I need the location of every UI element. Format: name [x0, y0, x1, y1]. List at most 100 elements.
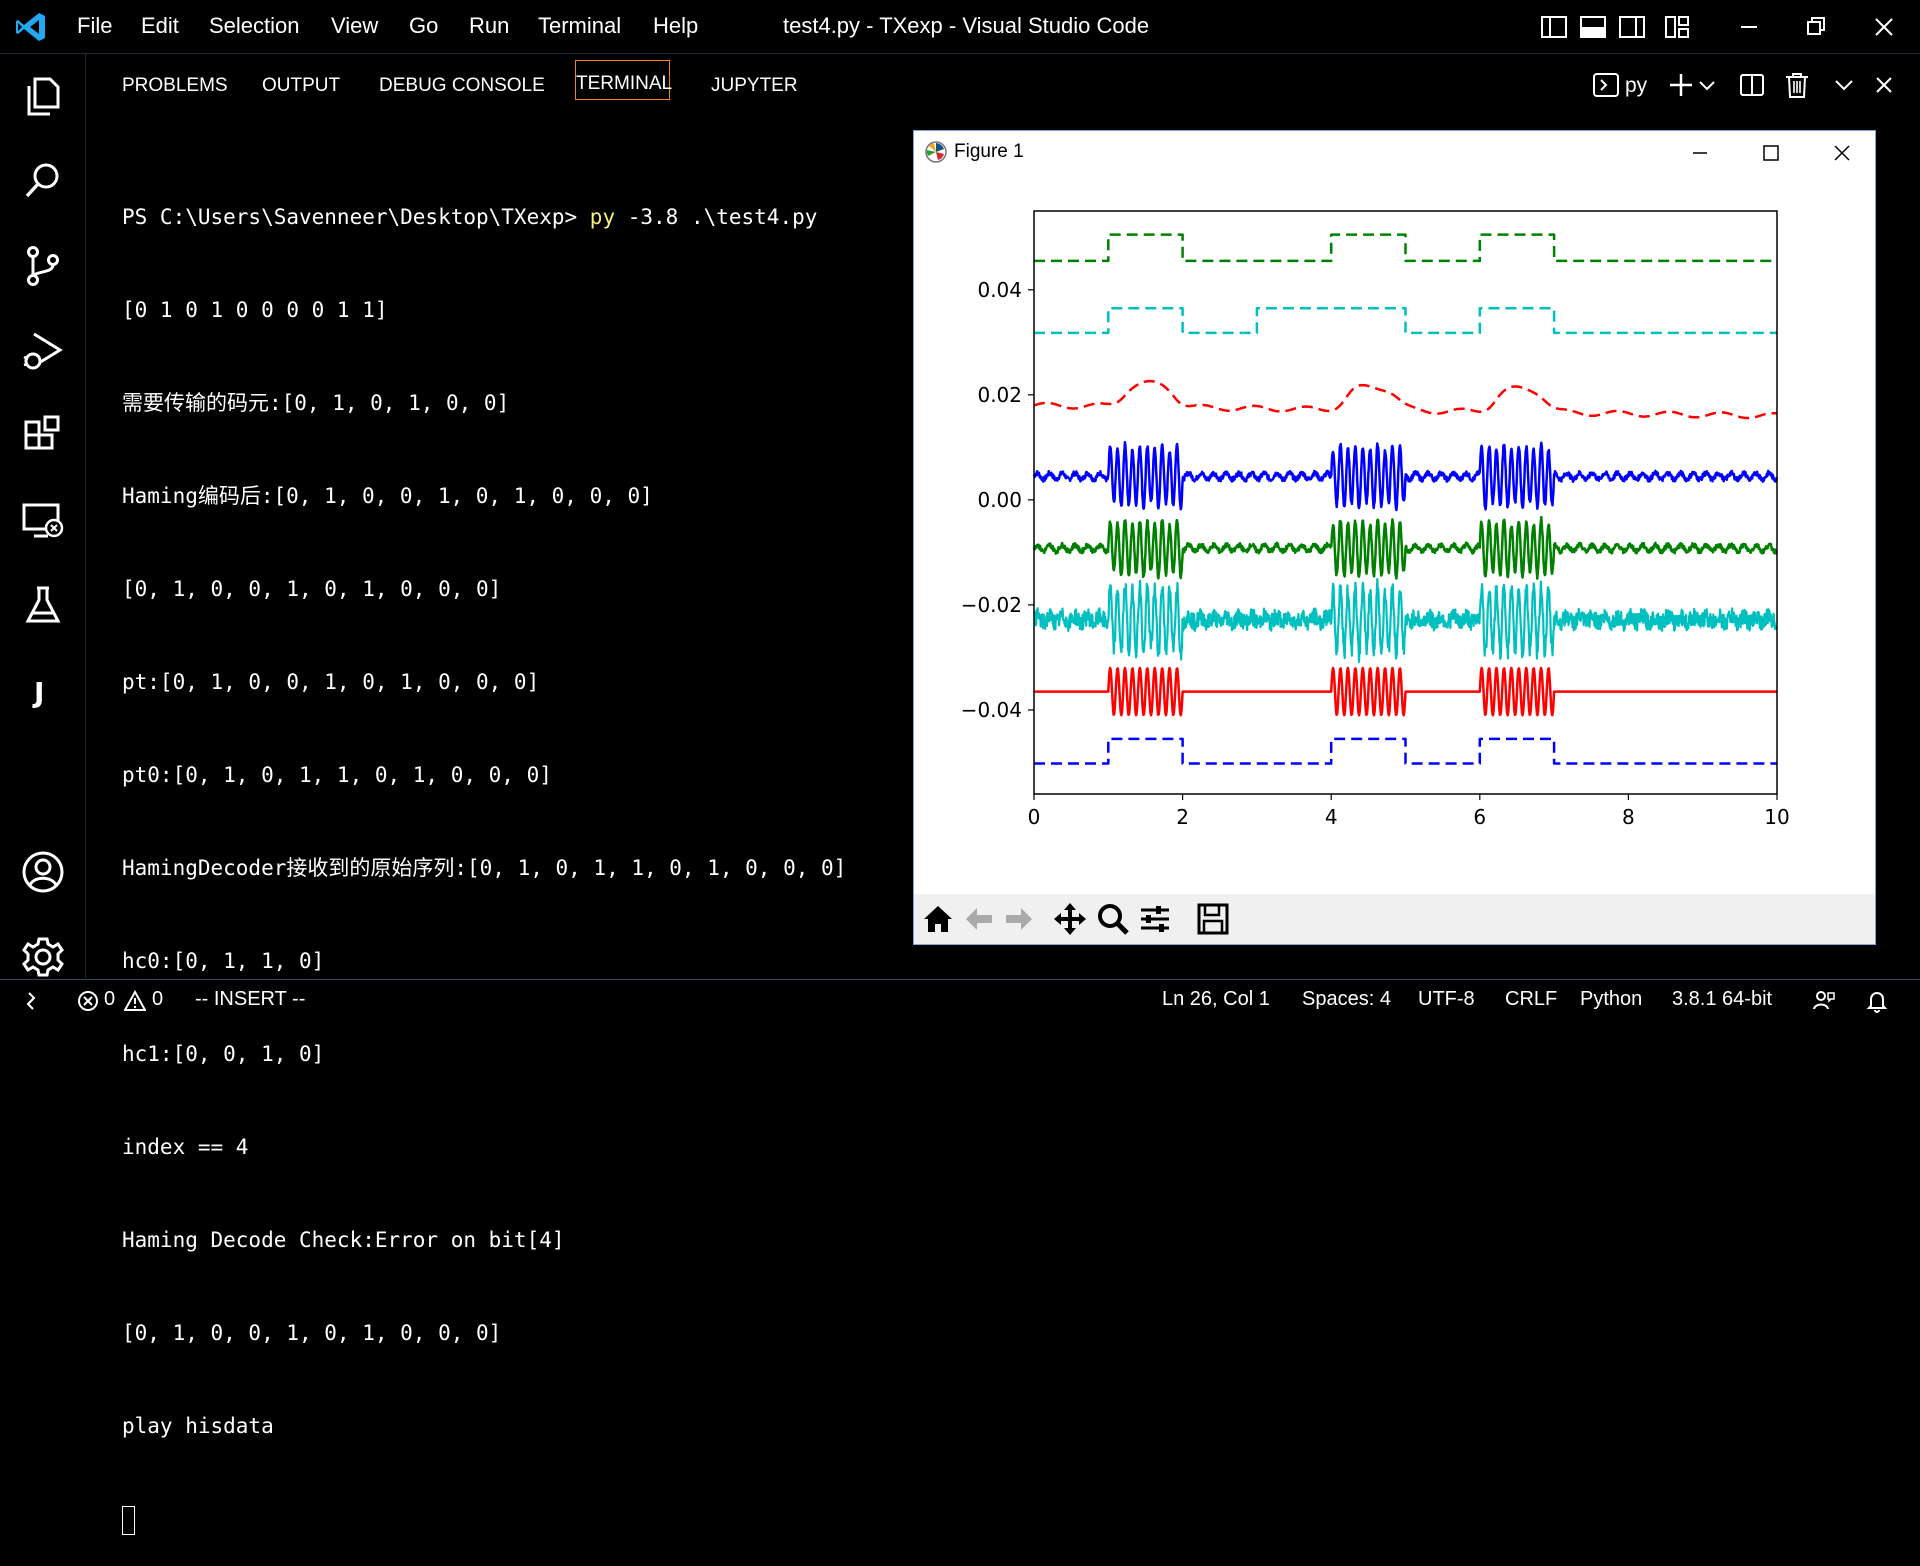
testing-icon[interactable] — [20, 583, 66, 629]
terminal-line: Haming编码后:[0, 1, 0, 0, 1, 0, 1, 0, 0, 0] — [122, 484, 653, 508]
figure-toolbar — [914, 894, 1875, 944]
terminal-line: pt0:[0, 1, 0, 1, 1, 0, 1, 0, 0, 0] — [122, 763, 552, 787]
remote-indicator-icon[interactable] — [22, 990, 44, 1012]
save-icon[interactable] — [1194, 900, 1232, 938]
close-panel-icon[interactable] — [1869, 70, 1899, 100]
terminal-line: index == 4 — [122, 1135, 249, 1159]
x-tick-label: 4 — [1325, 805, 1338, 829]
minimize-icon[interactable] — [1734, 12, 1764, 42]
y-tick-label: 0.04 — [977, 278, 1022, 302]
tab-problems[interactable]: PROBLEMS — [122, 75, 228, 97]
series-line-1 — [1034, 233, 1777, 263]
tab-jupyter[interactable]: JUPYTER — [711, 75, 798, 97]
explorer-icon[interactable] — [20, 73, 66, 119]
figure-window[interactable]: Figure 1 0 2 4 6 8 10 −0.04 −0.02 0.00 0.02 0.04 — [913, 130, 1876, 945]
zoom-icon[interactable] — [1094, 900, 1132, 938]
series-line-6 — [1032, 578, 1778, 664]
warning-count[interactable]: 0 — [152, 988, 163, 1011]
y-tick-label: 0.00 — [977, 488, 1022, 512]
y-tick-label: −0.02 — [961, 593, 1022, 617]
configure-icon[interactable] — [1136, 900, 1174, 938]
menu-run[interactable]: Run — [469, 13, 509, 39]
search-icon[interactable] — [20, 158, 66, 204]
figure-minimize-icon[interactable] — [1686, 139, 1714, 167]
matplotlib-logo-icon — [925, 141, 947, 163]
error-count[interactable]: 0 — [104, 988, 115, 1011]
series-line-2 — [1034, 306, 1777, 335]
back-icon[interactable] — [960, 900, 998, 938]
pan-icon[interactable] — [1051, 900, 1089, 938]
menu-view[interactable]: View — [331, 13, 378, 39]
menu-help[interactable]: Help — [653, 13, 698, 39]
x-tick-label: 0 — [1028, 805, 1041, 829]
language-mode[interactable]: Python — [1580, 988, 1642, 1011]
series-line-3 — [1033, 379, 1778, 420]
terminal-line: [0, 1, 0, 0, 1, 0, 1, 0, 0, 0] — [122, 577, 502, 601]
remote-explorer-icon[interactable] — [20, 498, 66, 544]
cursor-position[interactable]: Ln 26, Col 1 — [1162, 988, 1270, 1011]
title-bar: File Edit Selection View Go Run Terminal… — [0, 0, 1920, 54]
feedback-icon[interactable] — [1812, 989, 1836, 1013]
customize-layout-icon[interactable] — [1662, 12, 1692, 42]
restore-icon[interactable] — [1801, 12, 1831, 42]
x-tick-label: 10 — [1764, 805, 1789, 829]
forward-icon[interactable] — [1000, 900, 1038, 938]
series-line-8 — [1034, 737, 1777, 765]
y-tick-label: −0.04 — [961, 698, 1022, 722]
terminal-line: pt:[0, 1, 0, 0, 1, 0, 1, 0, 0, 0] — [122, 670, 540, 694]
split-terminal-icon[interactable] — [1737, 70, 1767, 100]
menu-go[interactable]: Go — [409, 13, 438, 39]
settings-icon[interactable] — [20, 934, 66, 980]
terminal-line: 需要传输的码元:[0, 1, 0, 1, 0, 0] — [122, 391, 510, 415]
toggle-panel-icon[interactable] — [1578, 12, 1608, 42]
terminal-line: hc0:[0, 1, 1, 0] — [122, 949, 325, 973]
command-args: -3.8 .\test4.py — [615, 205, 818, 229]
activity-bar: J — [0, 54, 86, 978]
terminal-output[interactable]: PS C:\Users\Savenneer\Desktop\TXexp> py … — [122, 140, 846, 1566]
figure-maximize-icon[interactable] — [1757, 139, 1785, 167]
menu-terminal[interactable]: Terminal — [538, 13, 621, 39]
maximize-panel-icon[interactable] — [1829, 70, 1859, 100]
jupyter-icon[interactable]: J — [20, 668, 66, 714]
terminal-prompt: PS C:\Users\Savenneer\Desktop\TXexp> — [122, 205, 590, 229]
indentation[interactable]: Spaces: 4 — [1302, 988, 1391, 1011]
svg-text:J: J — [32, 676, 44, 709]
terminal-line: Haming Decode Check:Error on bit[4] — [122, 1228, 565, 1252]
window-title: test4.py - TXexp - Visual Studio Code — [783, 13, 1150, 38]
end-of-line[interactable]: CRLF — [1505, 988, 1557, 1011]
terminal-line: play hisdata — [122, 1414, 274, 1438]
trash-icon[interactable] — [1782, 70, 1812, 100]
tab-terminal[interactable]: TERMINAL — [575, 60, 672, 100]
series-line-7 — [1033, 666, 1778, 717]
encoding[interactable]: UTF-8 — [1418, 988, 1475, 1011]
notifications-bell-icon[interactable] — [1865, 989, 1889, 1013]
terminal-line: [0, 1, 0, 0, 1, 0, 1, 0, 0, 0] — [122, 1321, 502, 1345]
terminal-shell-icon[interactable] — [1591, 70, 1621, 100]
source-control-icon[interactable] — [20, 243, 66, 289]
toggle-secondary-sidebar-icon[interactable] — [1617, 12, 1647, 42]
tab-debug-console[interactable]: DEBUG CONSOLE — [379, 75, 545, 97]
extensions-icon[interactable] — [20, 413, 66, 459]
tab-output[interactable]: OUTPUT — [262, 75, 340, 97]
python-interpreter[interactable]: 3.8.1 64-bit — [1672, 988, 1772, 1011]
chevron-down-icon[interactable] — [1696, 70, 1718, 100]
terminal-name[interactable]: py — [1625, 74, 1647, 98]
warning-icon[interactable] — [124, 990, 146, 1012]
toggle-sidebar-icon[interactable] — [1539, 12, 1569, 42]
close-window-icon[interactable] — [1869, 12, 1899, 42]
new-terminal-icon[interactable] — [1666, 70, 1696, 100]
x-tick-label: 8 — [1622, 805, 1635, 829]
plot-canvas[interactable]: 0 2 4 6 8 10 −0.04 −0.02 0.00 0.02 0.04 — [914, 181, 1875, 894]
terminal-command-line: PS C:\Users\Savenneer\Desktop\TXexp> py … — [122, 202, 846, 233]
terminal-line: hc1:[0, 0, 1, 0] — [122, 1042, 325, 1066]
menu-selection[interactable]: Selection — [209, 13, 300, 39]
menu-file[interactable]: File — [77, 13, 112, 39]
vscode-logo-icon — [16, 13, 45, 41]
command-executable: py — [589, 205, 616, 229]
run-debug-icon[interactable] — [20, 328, 66, 374]
accounts-icon[interactable] — [20, 849, 66, 895]
home-icon[interactable] — [919, 900, 957, 938]
error-icon[interactable] — [77, 990, 99, 1012]
figure-close-icon[interactable] — [1828, 139, 1856, 167]
menu-edit[interactable]: Edit — [141, 13, 179, 39]
